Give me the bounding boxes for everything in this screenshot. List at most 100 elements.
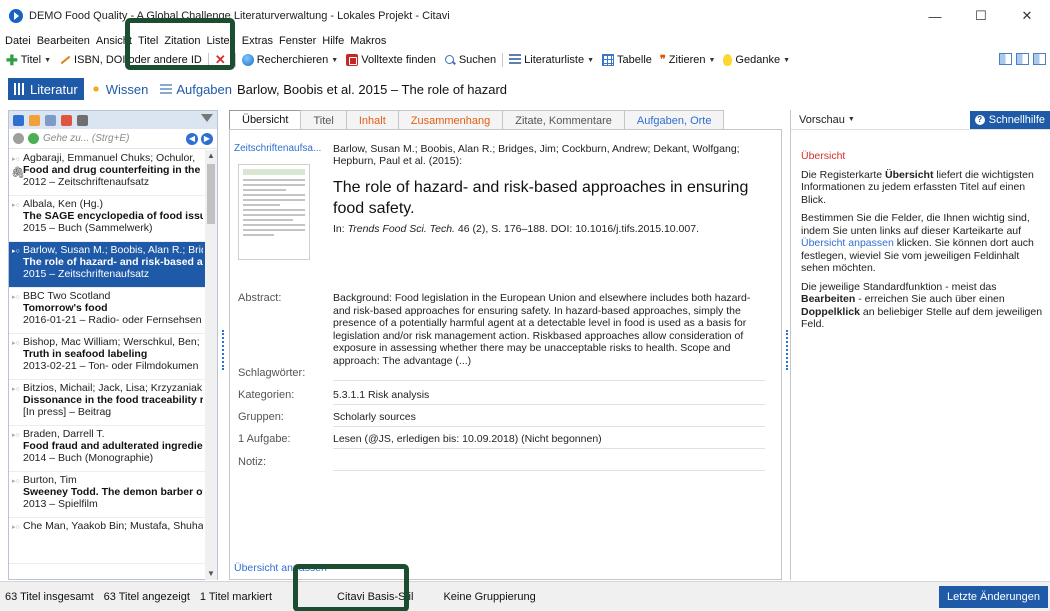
highlight-frame [125, 18, 235, 70]
tab-zusammenhang[interactable]: Zusammenhang [397, 110, 504, 130]
item-title: Food fraud and adulterated ingredie [23, 440, 203, 452]
gedanke-button[interactable]: Gedanke ▼ [719, 51, 794, 69]
filter-icon[interactable] [201, 114, 213, 122]
sort-icon[interactable] [29, 114, 40, 126]
quick-help-button[interactable]: ? Schnellhilfe [969, 111, 1050, 129]
layout-three-pane-icon[interactable] [999, 53, 1012, 65]
list-item[interactable]: ▸○ Albala, Ken (Hg.) The SAGE encycloped… [9, 196, 207, 242]
books-icon [14, 83, 26, 95]
volltexte-label: Volltexte finden [361, 54, 436, 66]
menu-hilfe[interactable]: Hilfe [319, 35, 347, 47]
categories-value[interactable]: 5.3.1.1 Risk analysis [333, 389, 429, 401]
nav-literatur[interactable]: Literatur [8, 78, 84, 100]
nav-wissen[interactable]: Wissen [84, 78, 155, 100]
nav-aufgaben[interactable]: Aufgaben [154, 78, 238, 100]
document-type-link[interactable]: Zeitschriftenaufsa... [234, 143, 321, 154]
go-to-input[interactable]: Gehe zu... (Strg+E) [43, 133, 129, 144]
list-item[interactable]: ▸○ Bitzios, Michail; Jack, Lisa; Krzyzan… [9, 380, 207, 426]
item-title: The SAGE encyclopedia of food issue [23, 210, 203, 222]
suchen-button[interactable]: Suchen [440, 51, 500, 69]
thumbnail-line [243, 234, 274, 236]
cover-thumbnail[interactable] [238, 164, 310, 260]
item-title: Tomorrow's food [23, 302, 108, 314]
help-paragraph: Die Registerkarte Übersicht liefert die … [801, 169, 1044, 207]
layout-one-pane-icon[interactable] [1033, 53, 1046, 65]
list-item[interactable]: ▸○ Burton, Tim Sweeney Todd. The demon b… [9, 472, 207, 518]
maximize-button[interactable]: ☐ [958, 0, 1004, 32]
chevron-down-icon[interactable]: ▼ [848, 116, 855, 123]
pdf-icon [346, 54, 359, 66]
nav-wissen-label: Wissen [105, 81, 149, 97]
volltexte-button[interactable]: Volltexte finden [342, 51, 440, 69]
note-field[interactable] [333, 470, 765, 471]
left-splitter[interactable] [222, 330, 226, 370]
source-details: 46 (2), S. 176–188. DOI: 10.1016/j.tifs.… [454, 223, 699, 235]
scroll-thumb[interactable] [207, 164, 215, 224]
list-item[interactable]: ▸○ 🖇 Agbaraji, Emmanuel Chuks; Ochulor, … [9, 150, 207, 196]
citation-authors: Barlow, Susan M.; Boobis, Alan R.; Bridg… [333, 143, 740, 167]
tab-zitate[interactable]: Zitate, Kommentare [502, 110, 625, 130]
new-title-button[interactable]: ✚ Titel ▼ [2, 51, 55, 69]
drag-handle-icon: ▸○ [12, 248, 20, 255]
expand-icon[interactable] [77, 114, 88, 126]
reference-title: The role of hazard- and risk-based appro… [333, 179, 749, 217]
literaturliste-button[interactable]: Literaturliste ▼ [505, 51, 598, 69]
table-icon [602, 54, 615, 66]
item-title: Food and drug counterfeiting in the [23, 164, 201, 176]
customize-overview-help-link[interactable]: Übersicht anpassen [801, 237, 894, 249]
toolbar-divider [502, 53, 504, 67]
drag-handle-icon: ▸○ [12, 202, 20, 209]
list-item[interactable]: ▸○ Braden, Darrell T. Food fraud and adu… [9, 426, 207, 472]
scroll-up-icon[interactable]: ▲ [205, 150, 217, 162]
list-item[interactable]: ▸○ Che Man, Yaakob Bin; Mustafa, Shuha [9, 518, 207, 564]
nav-literatur-label: Literatur [30, 81, 78, 97]
recherchieren-button[interactable]: Recherchieren ▼ [238, 51, 342, 69]
list-scrollbar[interactable]: ▲ ▼ [205, 150, 217, 580]
recent-changes-button[interactable]: Letzte Änderungen [939, 586, 1048, 608]
close-button[interactable]: ✕ [1004, 0, 1050, 32]
tab-aufgaben-orte[interactable]: Aufgaben, Orte [623, 110, 725, 130]
nav-arrows: ◀ ▶ [186, 132, 213, 145]
reference-list: ▸○ 🖇 Agbaraji, Emmanuel Chuks; Ochulor, … [9, 150, 207, 580]
overview-panel: Zeitschriftenaufsa... Barlow, Susan M.; … [229, 129, 782, 580]
list-item-selected[interactable]: ▸○ Barlow, Susan M.; Boobis, Alan R.; Br… [9, 242, 207, 288]
help-text: Die Registerkarte [801, 168, 886, 181]
tabelle-button[interactable]: Tabelle [598, 51, 656, 69]
help-text: Bestimmen Sie die Felder, die Ihnen wich… [801, 212, 1030, 237]
help-bold: Bearbeiten [801, 293, 856, 305]
collapse-icon[interactable] [13, 114, 24, 126]
selection-icon[interactable] [45, 114, 56, 126]
grouping-selector[interactable]: Keine Gruppierung [438, 591, 540, 603]
window-controls: — ☐ ✕ [912, 0, 1050, 32]
minimize-button[interactable]: — [912, 0, 958, 32]
refresh-icon[interactable] [28, 133, 39, 144]
item-author: Agbaraji, Emmanuel Chuks; Ochulor, [23, 152, 196, 164]
tag-icon[interactable] [61, 114, 72, 126]
preview-header: Vorschau ▼ ? Schnellhilfe [791, 110, 1050, 130]
preview-dropdown[interactable]: Vorschau [799, 114, 845, 126]
scroll-down-icon[interactable]: ▼ [205, 568, 217, 580]
next-arrow-icon[interactable]: ▶ [201, 132, 213, 145]
layout-two-pane-icon[interactable] [1016, 53, 1029, 65]
tab-titel[interactable]: Titel [300, 110, 347, 130]
list-icon [509, 54, 522, 66]
abstract-text[interactable]: Background: Food legislation in the Euro… [333, 292, 768, 367]
menu-extras[interactable]: Extras [239, 35, 276, 47]
search-icon [444, 54, 456, 66]
zitieren-button[interactable]: ❞ Zitieren ▼ [656, 51, 720, 69]
gear-icon[interactable] [13, 133, 24, 144]
list-item[interactable]: ▸○ Bishop, Mac William; Werschkul, Ben; … [9, 334, 207, 380]
previous-arrow-icon[interactable]: ◀ [186, 132, 198, 145]
item-title: Sweeney Todd. The demon barber of [23, 486, 203, 498]
tab-inhalt[interactable]: Inhalt [345, 110, 399, 130]
tab-uebersicht[interactable]: Übersicht [229, 110, 302, 130]
menu-datei[interactable]: Datei [2, 35, 34, 47]
menu-fenster[interactable]: Fenster [276, 35, 319, 47]
keywords-field[interactable] [333, 380, 765, 381]
list-item[interactable]: ▸○ BBC Two Scotland Tomorrow's food 2016… [9, 288, 207, 334]
tasks-icon [160, 83, 173, 95]
groups-value[interactable]: Scholarly sources [333, 411, 416, 423]
menu-makros[interactable]: Makros [347, 35, 389, 47]
menu-bearbeiten[interactable]: Bearbeiten [34, 35, 93, 47]
task-value[interactable]: Lesen (@JS, erledigen bis: 10.09.2018) (… [333, 433, 602, 445]
